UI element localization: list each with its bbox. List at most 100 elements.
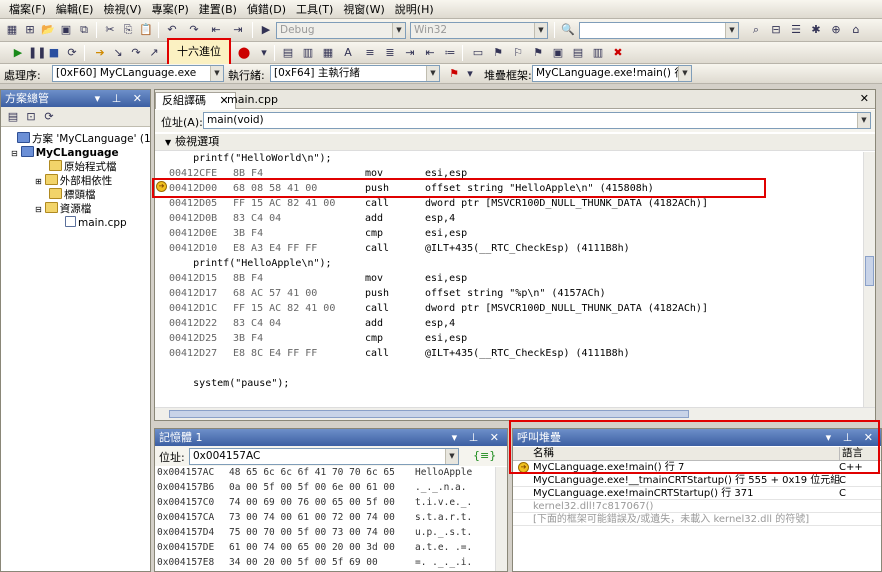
comment-bubble-icon[interactable]: ▭ bbox=[470, 45, 486, 61]
reevaluate-icon[interactable]: {≡} bbox=[473, 448, 496, 464]
bookmark-doc-icon[interactable]: ▤ bbox=[570, 45, 586, 61]
stop-debugging-icon[interactable]: ■ bbox=[46, 45, 62, 61]
tab-main-cpp[interactable]: main.cpp bbox=[221, 92, 284, 109]
font-size-icon[interactable]: A bbox=[340, 45, 356, 61]
horizontal-scrollbar[interactable] bbox=[155, 407, 875, 420]
tree-item-source-files[interactable]: 原始程式檔 bbox=[49, 160, 117, 174]
indent-icon[interactable]: ⇥ bbox=[402, 45, 418, 61]
scroll-thumb[interactable] bbox=[169, 410, 689, 418]
stack-frame-combo[interactable]: MyCLanguage.exe!main() 行 7 ▼ bbox=[532, 65, 692, 82]
collapse-icon[interactable]: ▼ bbox=[165, 138, 171, 147]
menu-build[interactable]: 建置(B) bbox=[194, 1, 242, 17]
properties-icon[interactable]: ☰ bbox=[788, 22, 804, 38]
flag-filter-icon[interactable]: ▾ bbox=[462, 66, 478, 82]
column-name[interactable]: 名稱 bbox=[533, 447, 554, 460]
close-editor-icon[interactable]: ✕ bbox=[860, 92, 869, 105]
call-stack-row[interactable]: ➔ MyCLanguage.exe!main() 行 7 C++ bbox=[513, 461, 881, 474]
align-left-icon[interactable]: ≡ bbox=[362, 45, 378, 61]
properties-icon[interactable]: ▤ bbox=[5, 109, 21, 125]
align-center-icon[interactable]: ≣ bbox=[382, 45, 398, 61]
save-all-icon[interactable]: ⧉ bbox=[76, 22, 92, 38]
bookmark-next-icon[interactable]: ⚑ bbox=[530, 45, 546, 61]
step-out-icon[interactable]: ↗ bbox=[146, 45, 162, 61]
memory-content[interactable]: 0x004157AC 48 65 6c 6c 6f 41 70 70 6c 65 H… bbox=[155, 467, 495, 571]
comment-icon[interactable]: ≔ bbox=[442, 45, 458, 61]
disassembly-code[interactable]: ➔ printf("HelloWorld\n"); 00412CFE 8B F4 mo… bbox=[155, 152, 863, 407]
menu-tools[interactable]: 工具(T) bbox=[291, 1, 338, 17]
bookmark-prev-icon[interactable]: ⚐ bbox=[510, 45, 526, 61]
address-input[interactable]: main(void) ▼ bbox=[203, 112, 871, 129]
navigate-forward-icon[interactable]: ⇥ bbox=[230, 22, 246, 38]
redo-icon[interactable]: ↷ bbox=[186, 22, 202, 38]
flag-thread-icon[interactable]: ⚑ bbox=[446, 66, 462, 82]
clear-bookmarks-icon[interactable]: ✖ bbox=[610, 45, 626, 61]
view-options[interactable]: ▼ 檢視選項 bbox=[155, 134, 875, 151]
bookmark-icon[interactable]: ⚑ bbox=[490, 45, 506, 61]
symbol-option-icon[interactable]: ▦ bbox=[320, 45, 336, 61]
expand-icon[interactable]: ⊞ bbox=[35, 177, 42, 186]
menu-project[interactable]: 專案(P) bbox=[147, 1, 194, 17]
solution-platform-combo[interactable]: Win32 ▼ bbox=[410, 22, 548, 39]
call-stack-row[interactable]: [下面的框架可能錯誤及/或遺失，未載入 kernel32.dll 的符號] bbox=[513, 513, 881, 526]
hexadecimal-toggle-button[interactable]: 十六進位 bbox=[167, 38, 231, 66]
call-stack-list[interactable]: ➔ MyCLanguage.exe!main() 行 7 C++ MyCLanguag… bbox=[513, 461, 881, 571]
tree-item-main-cpp[interactable]: main.cpp bbox=[65, 216, 127, 230]
paste-icon[interactable]: 📋 bbox=[138, 22, 154, 38]
outdent-icon[interactable]: ⇤ bbox=[422, 45, 438, 61]
collapse-icon[interactable]: ⊟ bbox=[35, 205, 42, 214]
save-icon[interactable]: ▣ bbox=[58, 22, 74, 38]
memory-address-input[interactable]: 0x004157AC ▼ bbox=[189, 448, 459, 465]
menu-window[interactable]: 視窗(W) bbox=[338, 1, 389, 17]
refresh-icon[interactable]: ⟳ bbox=[41, 109, 57, 125]
copy-icon[interactable]: ⎘ bbox=[120, 22, 136, 38]
restart-icon[interactable]: ⟳ bbox=[64, 45, 80, 61]
find-in-files-icon[interactable]: 🔍 bbox=[560, 22, 576, 38]
process-combo[interactable]: [0xF60] MyCLanguage.exe ▼ bbox=[52, 65, 224, 82]
undo-icon[interactable]: ↶ bbox=[164, 22, 180, 38]
toolbox-icon[interactable]: ✱ bbox=[808, 22, 824, 38]
call-stack-row[interactable]: kernel32.dll!7c817067() bbox=[513, 500, 881, 513]
tree-item-header-files[interactable]: 標頭檔 bbox=[49, 188, 96, 202]
tree-item-resource-files[interactable]: ⊟ 資源檔 bbox=[35, 202, 91, 216]
project-node[interactable]: ⊟ MyCLanguage bbox=[11, 146, 119, 160]
new-project-icon[interactable]: ▦ bbox=[4, 22, 20, 38]
bookmark-folder-icon[interactable]: ▣ bbox=[550, 45, 566, 61]
solution-config-combo[interactable]: Debug ▼ bbox=[276, 22, 406, 39]
show-all-files-icon[interactable]: ⊡ bbox=[23, 109, 39, 125]
menu-help[interactable]: 說明(H) bbox=[390, 1, 439, 17]
menu-view[interactable]: 檢視(V) bbox=[98, 1, 146, 17]
show-next-statement-icon[interactable]: ➔ bbox=[92, 45, 108, 61]
add-item-icon[interactable]: ⊞ bbox=[22, 22, 38, 38]
break-all-icon[interactable]: ❚❚ bbox=[28, 45, 46, 61]
start-page-icon[interactable]: ⌂ bbox=[848, 22, 864, 38]
source-option-icon[interactable]: ▥ bbox=[300, 45, 316, 61]
solution-root[interactable]: 方案 'MyCLanguage' (1 專案 bbox=[17, 132, 150, 146]
start-debug-icon[interactable]: ▶ bbox=[258, 22, 274, 38]
open-file-icon[interactable]: 📂 bbox=[40, 22, 56, 38]
breakpoints-icon[interactable]: ⬤ bbox=[236, 45, 252, 61]
memory-scrollbar[interactable] bbox=[495, 467, 507, 571]
navigate-icon[interactable]: ⇤ bbox=[208, 22, 224, 38]
solution-explorer-icon[interactable]: ⊟ bbox=[768, 22, 784, 38]
bookmark-window-icon[interactable]: ▥ bbox=[590, 45, 606, 61]
call-stack-row[interactable]: MyCLanguage.exe!__tmainCRTStartup() 行 55… bbox=[513, 474, 881, 487]
menu-edit[interactable]: 編輯(E) bbox=[51, 1, 99, 17]
continue-icon[interactable]: ▶ bbox=[10, 45, 26, 61]
column-language[interactable]: 語言 bbox=[839, 447, 863, 460]
tree-item-external-deps[interactable]: ⊞ 外部相依性 bbox=[35, 174, 112, 188]
call-stack-row[interactable]: MyCLanguage.exe!mainCRTStartup() 行 371 C bbox=[513, 487, 881, 500]
dropdown-icon[interactable]: ▾ bbox=[256, 45, 272, 61]
class-view-icon[interactable]: ⊕ bbox=[828, 22, 844, 38]
collapse-icon[interactable]: ⊟ bbox=[11, 149, 18, 158]
step-over-icon[interactable]: ↷ bbox=[128, 45, 144, 61]
cut-icon[interactable]: ✂ bbox=[102, 22, 118, 38]
menu-debug[interactable]: 偵錯(D) bbox=[242, 1, 291, 17]
scroll-thumb[interactable] bbox=[865, 256, 874, 286]
step-into-icon[interactable]: ↘ bbox=[110, 45, 126, 61]
find-icon[interactable]: ⌕ bbox=[748, 22, 764, 38]
vertical-scrollbar[interactable] bbox=[863, 152, 875, 407]
menu-file[interactable]: 檔案(F) bbox=[4, 1, 51, 17]
thread-combo[interactable]: [0xF64] 主執行緒 ▼ bbox=[270, 65, 440, 82]
disasm-option-icon[interactable]: ▤ bbox=[280, 45, 296, 61]
find-combo[interactable]: ▼ bbox=[579, 22, 739, 39]
